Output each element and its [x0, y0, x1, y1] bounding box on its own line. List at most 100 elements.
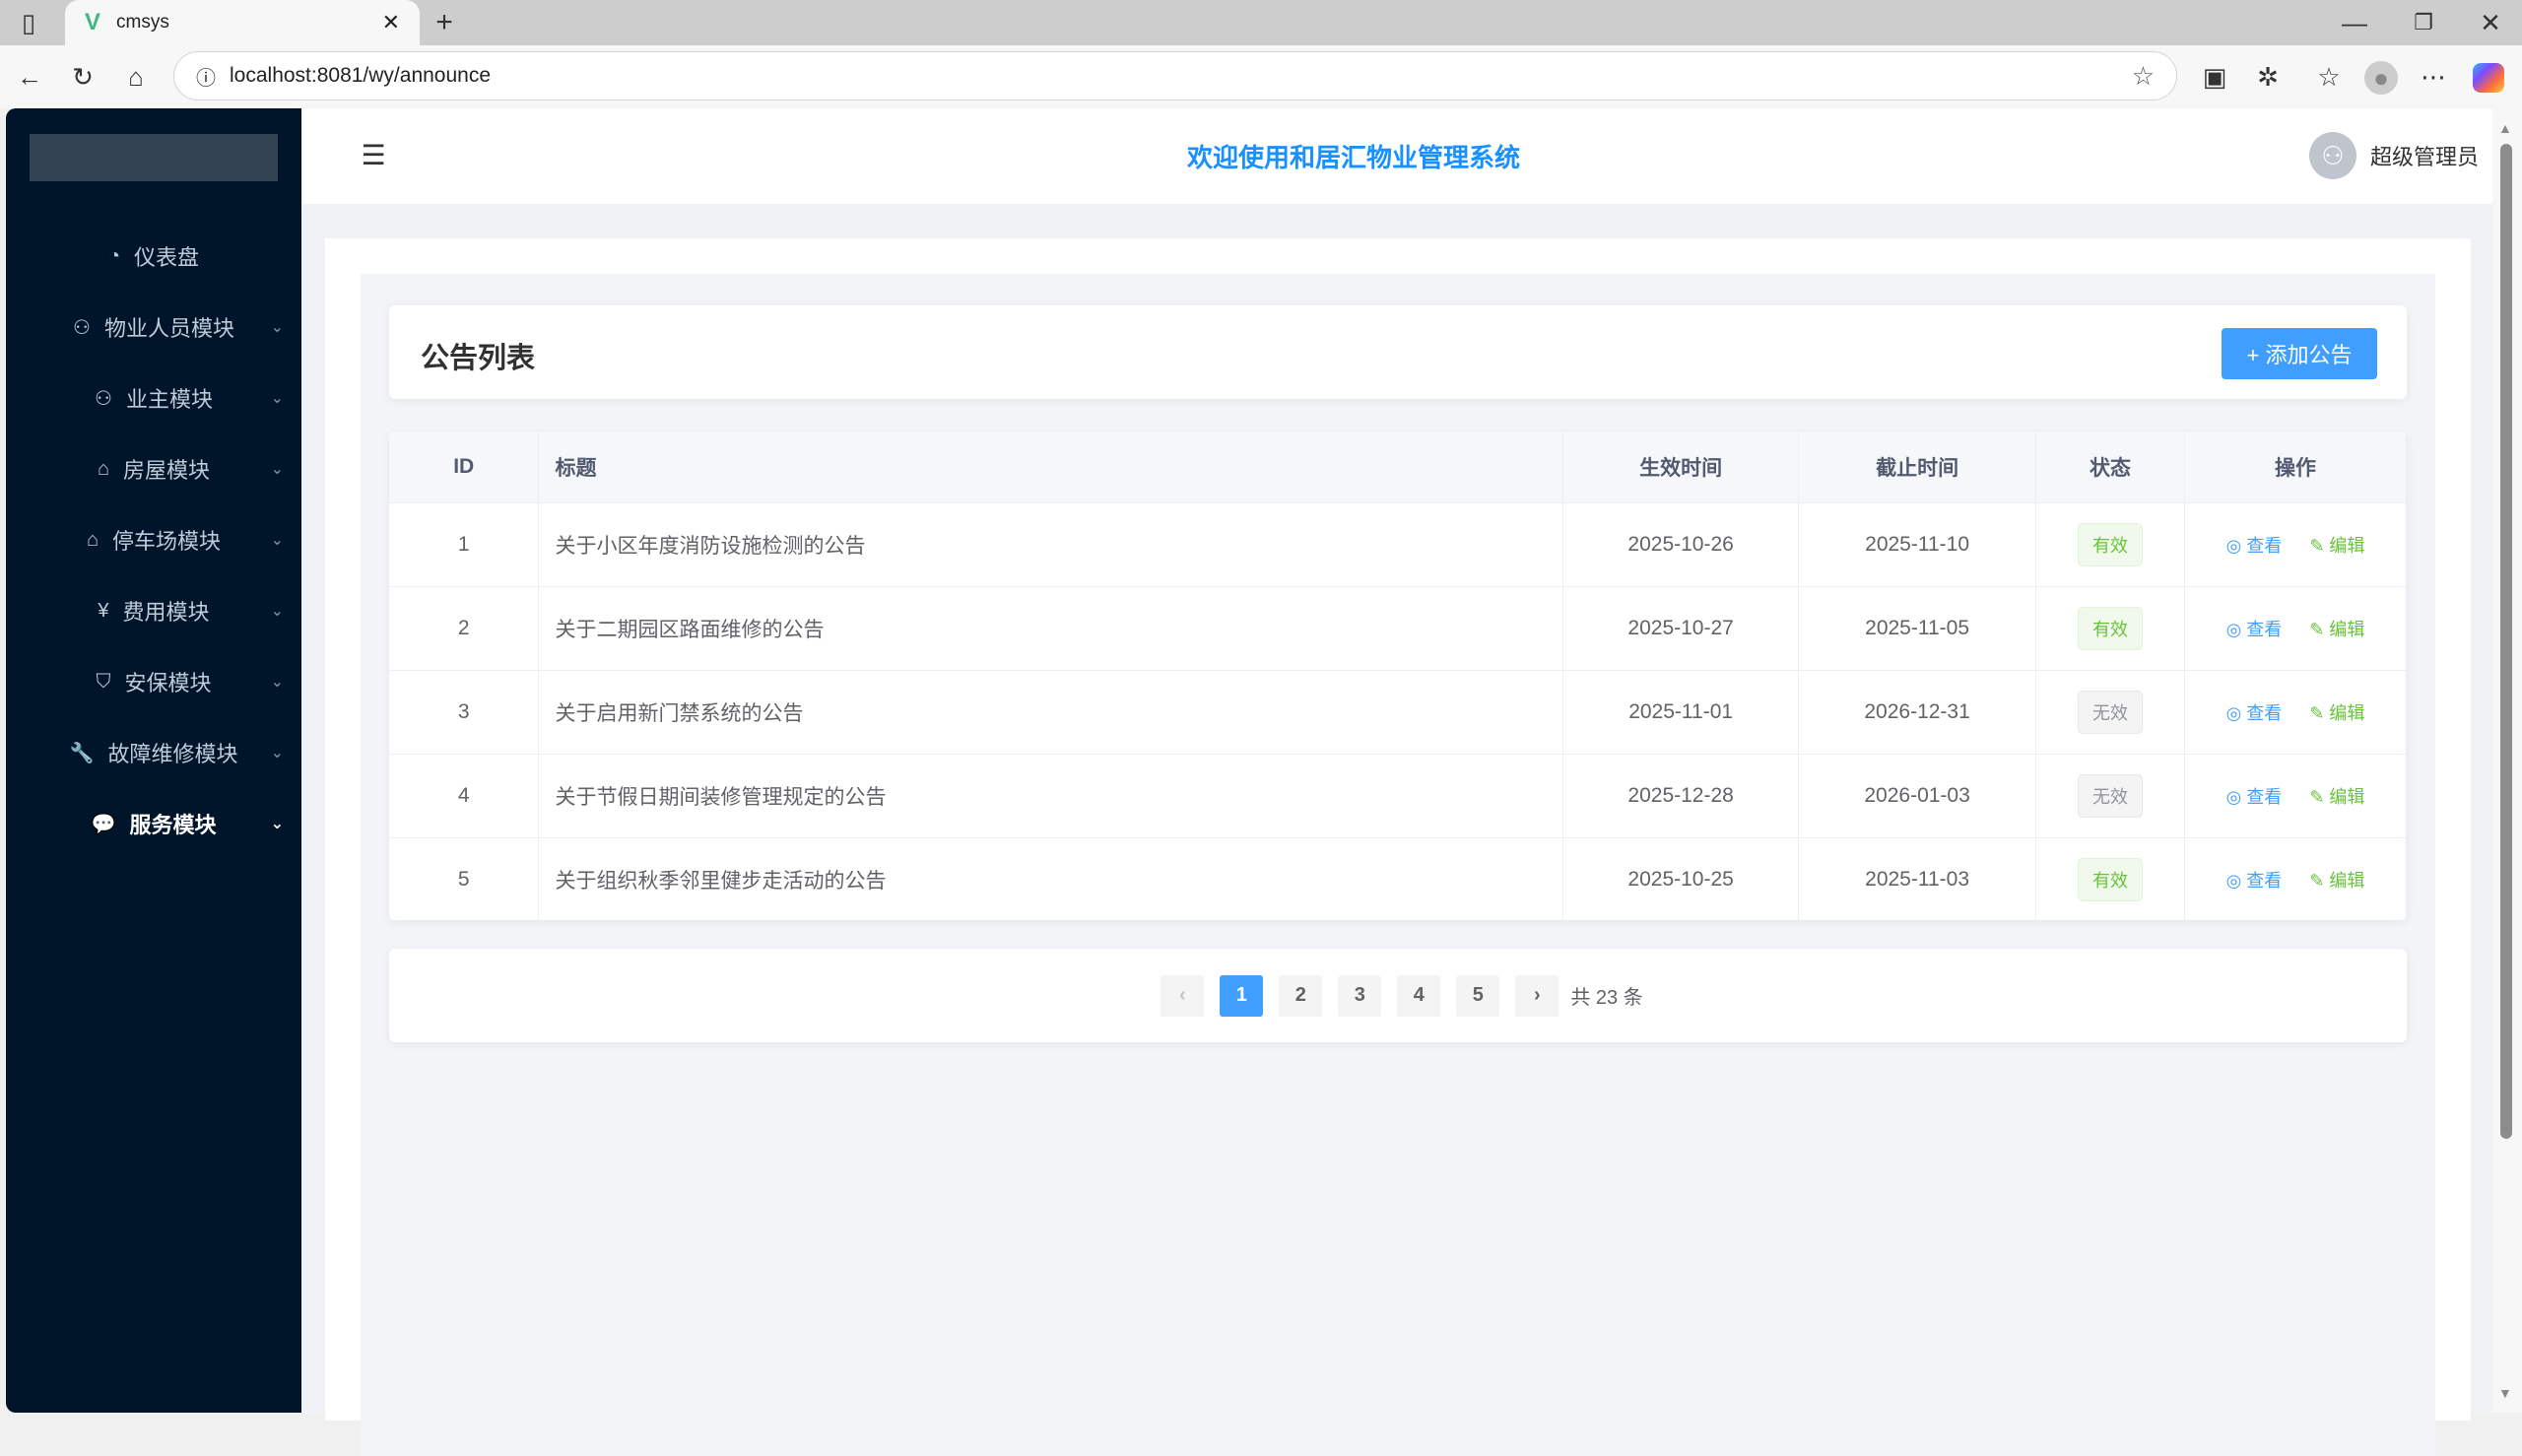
edit-button[interactable]: ✎ 编辑 [2309, 620, 2364, 639]
announcement-table: ID 标题 生效时间 截止时间 状态 操作 1 关于小区年度消防设施检测的公告 2025-… [389, 431, 2407, 920]
page-button[interactable]: 5 [1456, 974, 1500, 1017]
house-icon: ⌂ [86, 528, 100, 551]
sidebar-item-label: 故障维修模块 [107, 742, 238, 766]
address-bar[interactable]: ⓘ localhost:8081/wy/announce ☆ [173, 51, 2177, 100]
cell-title: 关于二期园区路面维修的公告 [538, 586, 1564, 671]
table-row: 4 关于节假日期间装修管理规定的公告 2025-12-28 2026-01-03… [389, 754, 2407, 838]
edit-button[interactable]: ✎ 编辑 [2309, 703, 2364, 723]
browser-tab-bar: ▯ V cmsys ✕ + — ❐ ✕ [0, 0, 2522, 45]
top-header: ☰ 欢迎使用和居汇物业管理系统 ⚇ 超级管理员 [301, 108, 2492, 204]
browser-tab[interactable]: V cmsys ✕ [65, 0, 420, 45]
home-icon[interactable]: ⌂ [118, 61, 154, 93]
next-page-button[interactable]: › [1515, 974, 1560, 1017]
title-card: 公告列表 + 添加公告 [389, 305, 2407, 399]
cell-actions: ◎ 查看 ✎ 编辑 [2184, 837, 2407, 920]
cell-start: 2025-11-01 [1562, 670, 1800, 755]
view-button[interactable]: ◎ 查看 [2226, 787, 2283, 807]
prev-page-button[interactable]: ‹ [1161, 974, 1205, 1017]
page-button[interactable]: 2 [1279, 974, 1323, 1017]
chevron-down-icon: ⌄ [270, 816, 284, 832]
cell-status: 有效 [2035, 837, 2186, 920]
page-button[interactable]: 1 [1220, 974, 1264, 1017]
sidebar-item-label: 业主模块 [125, 387, 213, 412]
cell-start: 2025-10-27 [1562, 586, 1800, 671]
minimize-icon[interactable]: — [2335, 8, 2374, 37]
status-badge: 有效 [2078, 606, 2144, 650]
sidebar-item-label: 费用模块 [122, 600, 210, 625]
page-button[interactable]: 3 [1338, 974, 1382, 1017]
cell-end: 2025-11-05 [1798, 586, 2037, 671]
copilot-icon[interactable] [2473, 63, 2504, 93]
status-badge: 有效 [2078, 522, 2144, 566]
sidebar-item[interactable]: ◔ 仪表盘 [6, 221, 301, 292]
extension-icon[interactable]: ▣ [2197, 61, 2232, 93]
column-header: 截止时间 [1798, 431, 2037, 503]
app-title: 欢迎使用和居汇物业管理系统 [1186, 143, 1520, 172]
column-header: ID [389, 431, 540, 503]
cell-status: 有效 [2035, 502, 2186, 587]
total-count: 共 23 条 [1570, 987, 1643, 1009]
sidebar-item[interactable]: ⚇ 物业人员模块 ⌄ [6, 292, 301, 363]
more-icon[interactable]: ⋯ [2416, 61, 2451, 93]
extensions-puzzle-icon[interactable]: ✲ [2250, 61, 2286, 93]
logo-placeholder [30, 134, 278, 181]
close-tab-icon[interactable]: ✕ [382, 10, 400, 35]
cell-end: 2025-11-10 [1798, 502, 2037, 587]
content-inner: 公告列表 + 添加公告 ID 标题 生效时间 截止时间 状态 操作 1 关于小区年度消防设… [361, 274, 2435, 1456]
scroll-down-icon[interactable]: ▼ [2498, 1385, 2512, 1401]
money-icon: ¥ [98, 599, 109, 622]
cell-actions: ◎ 查看 ✎ 编辑 [2184, 754, 2407, 838]
cell-id: 1 [389, 502, 540, 587]
avatar-icon: ⚇ [2308, 132, 2356, 179]
column-header: 状态 [2035, 431, 2186, 503]
column-header: 生效时间 [1562, 431, 1800, 503]
url-text: localhost:8081/wy/announce [230, 64, 492, 87]
view-button[interactable]: ◎ 查看 [2226, 871, 2283, 891]
user-icon: ⚇ [95, 387, 112, 410]
cell-start: 2025-10-25 [1562, 837, 1800, 920]
favorite-star-icon[interactable]: ☆ [2132, 61, 2155, 92]
scrollbar-thumb[interactable] [2500, 144, 2512, 1139]
cell-id: 3 [389, 670, 540, 755]
sidebar-item[interactable]: ⌂ 房屋模块 ⌄ [6, 433, 301, 504]
chevron-down-icon: ⌄ [270, 532, 284, 549]
view-button[interactable]: ◎ 查看 [2226, 620, 2283, 639]
sidebar-item[interactable]: ⌂ 停车场模块 ⌄ [6, 504, 301, 575]
sidebar-item[interactable]: ¥ 费用模块 ⌄ [6, 575, 301, 646]
view-button[interactable]: ◎ 查看 [2226, 536, 2283, 556]
page-scrollbar[interactable]: ▲ ▼ [2492, 108, 2522, 1413]
user-name: 超级管理员 [2369, 145, 2479, 169]
view-button[interactable]: ◎ 查看 [2226, 703, 2283, 723]
tab-title: cmsys [116, 12, 169, 33]
column-header: 操作 [2184, 431, 2407, 503]
sidebar-toggle-icon[interactable]: ▯ [14, 8, 43, 37]
sidebar-item[interactable]: ⚇ 业主模块 ⌄ [6, 363, 301, 433]
add-announcement-button[interactable]: + 添加公告 [2222, 328, 2377, 379]
close-window-icon[interactable]: ✕ [2471, 8, 2510, 37]
edit-button[interactable]: ✎ 编辑 [2309, 536, 2364, 556]
reload-icon[interactable]: ↻ [65, 61, 100, 93]
edit-button[interactable]: ✎ 编辑 [2309, 871, 2364, 891]
status-badge: 无效 [2078, 773, 2144, 818]
scroll-up-icon[interactable]: ▲ [2498, 120, 2512, 136]
profile-icon[interactable]: ● [2364, 61, 2398, 95]
sidebar-item[interactable]: 💬 服务模块 ⌄ [6, 788, 301, 859]
cell-title: 关于小区年度消防设施检测的公告 [538, 502, 1564, 587]
status-badge: 无效 [2078, 690, 2144, 734]
sidebar-item[interactable]: 🔧 故障维修模块 ⌄ [6, 717, 301, 788]
page-button[interactable]: 4 [1397, 974, 1441, 1017]
pie-chart-icon: ◔ [107, 244, 121, 267]
cell-end: 2025-11-03 [1798, 837, 2037, 920]
user-menu[interactable]: ⚇ 超级管理员 [2308, 132, 2479, 179]
chevron-down-icon: ⌄ [270, 674, 284, 691]
edit-button[interactable]: ✎ 编辑 [2309, 787, 2364, 807]
sidebar-item-label: 安保模块 [124, 671, 212, 695]
back-icon[interactable]: ← [12, 61, 47, 93]
sidebar-item[interactable]: ⛉ 安保模块 ⌄ [6, 646, 301, 717]
new-tab-icon[interactable]: + [430, 6, 459, 38]
chevron-down-icon: ⌄ [270, 319, 284, 336]
favorites-icon[interactable]: ☆ [2311, 61, 2347, 93]
cell-start: 2025-10-26 [1562, 502, 1800, 587]
cell-start: 2025-12-28 [1562, 754, 1800, 838]
restore-icon[interactable]: ❐ [2404, 8, 2443, 37]
